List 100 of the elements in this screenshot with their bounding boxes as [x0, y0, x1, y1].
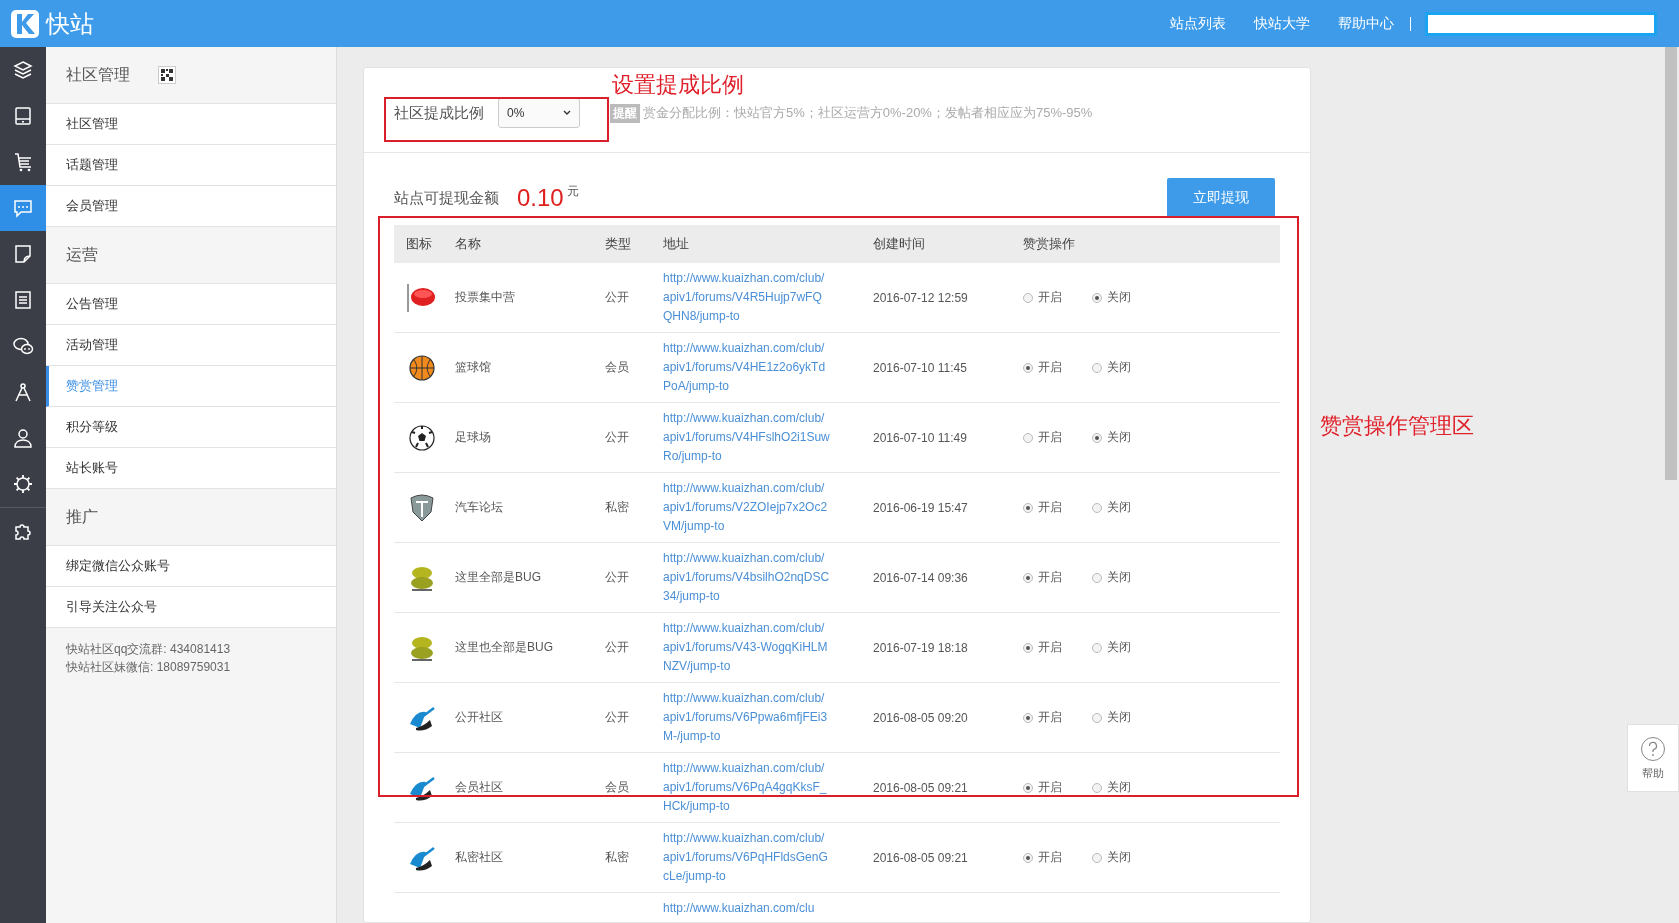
sidebar-item[interactable]: 公告管理: [46, 284, 336, 325]
blurred-account-block[interactable]: [1425, 11, 1657, 36]
notice-text: 赏金分配比例：快站官方5%；社区运营方0%-20%；发帖者相应应为75%-95%: [643, 104, 1093, 122]
radio-icon[interactable]: [1092, 712, 1102, 723]
radio-option[interactable]: 关闭: [1092, 779, 1131, 796]
community-name: 私密社区: [455, 850, 503, 864]
created-time: 2016-08-05 09:20: [873, 710, 968, 725]
address-link[interactable]: http://www.kuaizhan.com/club/apiv1/forums/V6PqA4gqKksF_HCk/jump-to: [663, 759, 831, 816]
logo-icon: [10, 8, 40, 39]
radio-option[interactable]: 关闭: [1092, 569, 1131, 586]
radio-option[interactable]: 开启: [1023, 429, 1062, 446]
radio-option[interactable]: 关闭: [1092, 359, 1131, 376]
ratio-select[interactable]: 0%: [498, 98, 580, 128]
section-title: 社区管理: [66, 64, 130, 85]
radio-option[interactable]: 开启: [1023, 639, 1062, 656]
address-link[interactable]: http://www.kuaizhan.com/club/apiv1/forums/V43-WogqKiHLMNZV/jump-to: [663, 619, 831, 676]
scrollbar-thumb[interactable]: [1665, 47, 1677, 480]
currency-unit: 元: [566, 183, 579, 200]
radio-icon[interactable]: [1092, 432, 1102, 443]
settings-icon: [12, 473, 34, 495]
radio-option[interactable]: 关闭: [1092, 429, 1131, 446]
radio-option[interactable]: 开启: [1023, 359, 1062, 376]
type-text: 私密: [605, 850, 629, 864]
radio-option[interactable]: 开启: [1023, 289, 1062, 306]
radio-option[interactable]: 开启: [1023, 779, 1062, 796]
radio-option[interactable]: 关闭: [1092, 289, 1131, 306]
radio-icon[interactable]: [1092, 502, 1102, 513]
radio-option[interactable]: 开启: [1023, 499, 1062, 516]
radio-icon[interactable]: [1023, 572, 1033, 583]
radio-icon[interactable]: [1023, 292, 1033, 303]
radio-option[interactable]: 关闭: [1092, 849, 1131, 866]
sidebar-item[interactable]: 话题管理: [46, 145, 336, 186]
balance-label: 站点可提现金额: [394, 188, 499, 208]
address-link[interactable]: http://www.kuaizhan.com/club/apiv1/forums/V6PqHFldsGenGcLe/jump-to: [663, 829, 831, 886]
sidebar-item[interactable]: 社区管理: [46, 104, 336, 145]
sidebar-item[interactable]: 赞赏管理: [46, 366, 336, 407]
radio-icon[interactable]: [1023, 502, 1033, 513]
created-time: 2016-08-05 09:21: [873, 850, 968, 865]
sidebar-item[interactable]: 绑定微信公众账号: [46, 546, 336, 587]
type-text: 公开: [605, 640, 629, 654]
address-link[interactable]: http://www.kuaizhan.com/club/apiv1/forums/V4HE1z2o6ykTdPoA/jump-to: [663, 339, 831, 396]
help-icon: [1640, 735, 1666, 762]
notice-tag: 提醒: [610, 103, 640, 123]
radio-icon[interactable]: [1092, 852, 1102, 863]
radio-icon[interactable]: [1023, 362, 1033, 373]
radio-option[interactable]: 关闭: [1092, 639, 1131, 656]
type-text: 公开: [605, 570, 629, 584]
radio-icon[interactable]: [1023, 712, 1033, 723]
help-button[interactable]: 帮助: [1627, 724, 1679, 792]
chat-icon: [12, 197, 34, 219]
logo-text: 快站: [46, 8, 94, 39]
type-text: 会员: [605, 360, 629, 374]
community-name: 篮球馆: [455, 360, 491, 374]
user-icon: [12, 427, 34, 449]
radio-option[interactable]: 关闭: [1092, 709, 1131, 726]
annotation-label: 赞赏操作管理区: [1320, 412, 1474, 440]
type-text: 会员: [605, 780, 629, 794]
radio-option[interactable]: 开启: [1023, 569, 1062, 586]
column-header: 名称: [455, 235, 482, 253]
sidebar-item[interactable]: 引导关注公众号: [46, 587, 336, 628]
compass-icon: [12, 381, 34, 403]
radio-icon[interactable]: [1023, 432, 1033, 443]
address-link[interactable]: http://www.kuaizhan.com/club/apiv1/forums/V4R5Hujp7wFQQHN8/jump-to: [663, 269, 831, 326]
created-time: 2016-06-19 15:47: [873, 500, 968, 515]
balance-amount: 0.10: [517, 184, 564, 212]
ratio-label: 社区提成比例: [394, 103, 484, 123]
radio-icon[interactable]: [1023, 852, 1033, 863]
chat-bubbles-icon: [12, 335, 34, 357]
radio-option[interactable]: 开启: [1023, 709, 1062, 726]
help-label: 帮助: [1642, 765, 1664, 781]
community-name: 汽车论坛: [455, 500, 503, 514]
address-link[interactable]: http://www.kuaizhan.com/club/apiv1/forums/V4HFslhO2i1SuwRo/jump-to: [663, 409, 831, 466]
created-time: 2016-07-10 11:49: [873, 430, 967, 445]
radio-icon[interactable]: [1092, 292, 1102, 303]
sidebar-item[interactable]: 站长账号: [46, 448, 336, 489]
address-link[interactable]: http://www.kuaizhan.com/clu: [663, 899, 831, 918]
contact-text: 快站社区妹微信: 18089759031: [66, 659, 232, 676]
radio-icon[interactable]: [1092, 782, 1102, 793]
radio-icon[interactable]: [1023, 782, 1033, 793]
address-link[interactable]: http://www.kuaizhan.com/club/apiv1/forums/V2ZOIejp7x2Oc2VM/jump-to: [663, 479, 831, 536]
community-name: 足球场: [455, 430, 491, 444]
address-link[interactable]: http://www.kuaizhan.com/club/apiv1/forums/V6Ppwa6mfjFEi3M-/jump-to: [663, 689, 831, 746]
community-name: 公开社区: [455, 710, 503, 724]
qr-code-icon[interactable]: [158, 66, 176, 84]
radio-option[interactable]: 关闭: [1092, 499, 1131, 516]
column-header: 图标: [405, 235, 433, 253]
sidebar-item[interactable]: 会员管理: [46, 186, 336, 227]
created-time: 2016-07-10 11:45: [873, 360, 967, 375]
radio-icon[interactable]: [1092, 362, 1102, 373]
radio-option[interactable]: 开启: [1023, 849, 1062, 866]
sidebar-item[interactable]: 活动管理: [46, 325, 336, 366]
list-icon: [12, 289, 34, 311]
sidebar-item[interactable]: 积分等级: [46, 407, 336, 448]
column-header: 赞赏操作: [1023, 235, 1076, 253]
created-time: 2016-07-19 18:18: [873, 640, 968, 655]
radio-icon[interactable]: [1092, 642, 1102, 653]
address-link[interactable]: http://www.kuaizhan.com/club/apiv1/forums/V4bsilhO2nqDSC34/jump-to: [663, 549, 831, 606]
badge-icon: [406, 281, 438, 314]
radio-icon[interactable]: [1092, 572, 1102, 583]
radio-icon[interactable]: [1023, 642, 1033, 653]
